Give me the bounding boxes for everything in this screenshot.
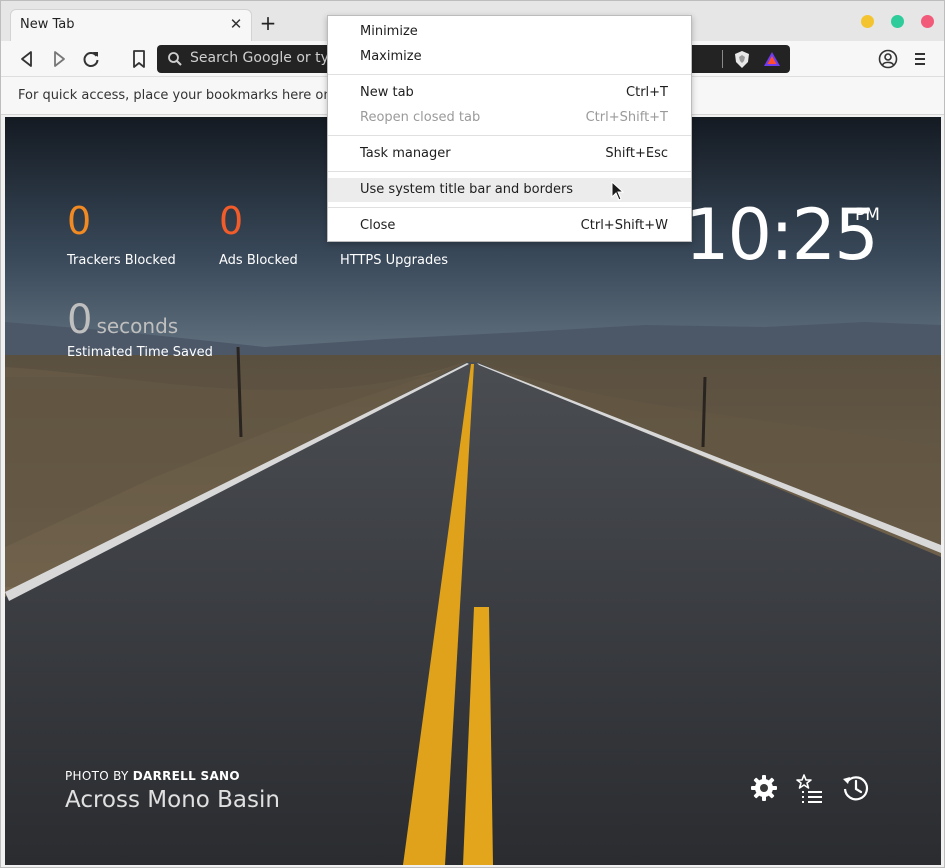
menu-item-label: Maximize [360, 49, 422, 64]
photo-credit-author-line: PHOTO BY DARRELL SANO [65, 769, 280, 783]
clock-ampm: PM [855, 205, 880, 225]
menu-item-label: Close [360, 218, 396, 233]
reload-icon[interactable] [80, 48, 102, 70]
brave-shields-icon[interactable] [733, 50, 751, 73]
photo-credit-author: DARRELL SANO [132, 769, 240, 783]
browser-window: New Tab ✕ + Search Google or type a URL [0, 0, 945, 868]
window-context-menu: Minimize Maximize New tab Ctrl+T Reopen … [327, 15, 692, 242]
ads-blocked-stat: 0 Ads Blocked [219, 197, 298, 268]
menu-item-new-tab[interactable]: New tab Ctrl+T [328, 81, 691, 105]
time-saved-label: Estimated Time Saved [67, 345, 213, 360]
menu-item-minimize[interactable]: Minimize [328, 20, 691, 44]
menu-separator [328, 171, 691, 172]
menu-separator [328, 74, 691, 75]
bookmark-icon[interactable] [128, 48, 150, 70]
tab-new-tab[interactable]: New Tab ✕ [10, 9, 252, 41]
menu-item-reopen-closed-tab: Reopen closed tab Ctrl+Shift+T [328, 106, 691, 130]
main-menu-icon[interactable] [909, 48, 931, 70]
menu-item-label: Task manager [360, 146, 451, 161]
menu-item-maximize[interactable]: Maximize [328, 45, 691, 69]
bookmarks-icon[interactable] [795, 773, 825, 803]
address-bar-divider [722, 50, 723, 68]
brave-rewards-icon[interactable] [763, 51, 781, 71]
time-saved-value: 0 [67, 297, 93, 343]
menu-separator [328, 207, 691, 208]
photo-credit[interactable]: PHOTO BY DARRELL SANO Across Mono Basin [65, 769, 280, 813]
menu-item-close[interactable]: Close Ctrl+Shift+W [328, 214, 691, 238]
trackers-blocked-label: Trackers Blocked [67, 253, 176, 268]
time-saved-unit: seconds [96, 314, 179, 338]
trackers-blocked-count: 0 [67, 199, 92, 243]
menu-item-shortcut: Shift+Esc [605, 146, 668, 161]
photo-credit-prefix: PHOTO BY [65, 769, 133, 783]
menu-item-shortcut: Ctrl+T [626, 85, 668, 100]
forward-icon[interactable] [48, 48, 70, 70]
trackers-blocked-stat: 0 Trackers Blocked [67, 197, 176, 268]
https-upgrades-label: HTTPS Upgrades [340, 253, 449, 268]
profile-icon[interactable] [877, 48, 899, 70]
close-window-button[interactable] [921, 15, 934, 28]
maximize-window-button[interactable] [891, 15, 904, 28]
mouse-pointer-icon [611, 180, 625, 205]
menu-item-label: Minimize [360, 24, 418, 39]
minimize-window-button[interactable] [861, 15, 874, 28]
time-saved-stat: 0 seconds Estimated Time Saved [67, 297, 213, 360]
menu-separator [328, 135, 691, 136]
menu-item-label: New tab [360, 85, 414, 100]
ads-blocked-count: 0 [219, 199, 244, 243]
settings-icon[interactable] [749, 773, 779, 803]
ads-blocked-label: Ads Blocked [219, 253, 298, 268]
menu-item-task-manager[interactable]: Task manager Shift+Esc [328, 142, 691, 166]
tab-title: New Tab [20, 17, 75, 32]
history-icon[interactable] [841, 773, 871, 803]
menu-item-label: Use system title bar and borders [360, 182, 574, 197]
clock: 10:25 PM [685, 194, 880, 276]
new-tab-button[interactable]: + [258, 13, 278, 33]
tab-close-icon[interactable]: ✕ [227, 15, 245, 33]
menu-item-shortcut: Ctrl+Shift+W [580, 218, 668, 233]
search-icon [167, 51, 183, 71]
photo-title: Across Mono Basin [65, 787, 280, 813]
menu-item-shortcut: Ctrl+Shift+T [585, 110, 668, 125]
menu-item-label: Reopen closed tab [360, 110, 481, 125]
menu-item-use-system-title-bar[interactable]: Use system title bar and borders [328, 178, 691, 202]
clock-time: 10:25 [685, 194, 879, 276]
back-icon[interactable] [16, 48, 38, 70]
